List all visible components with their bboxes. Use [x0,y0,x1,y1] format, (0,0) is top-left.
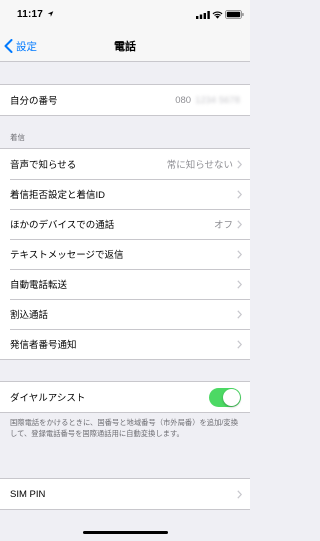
home-indicator[interactable] [83,531,168,534]
sim-group: SIM PIN [0,478,250,510]
dial-assist-toggle[interactable] [209,387,241,407]
row-value: オフ [213,220,233,231]
sim-pin-label: SIM PIN [10,488,46,500]
wifi-icon [212,11,223,19]
chevron-right-icon [237,339,242,349]
dial-assist-footnote: 国際電話をかけるときに、国番号と地域番号（市外局番）を追加/変換して、登録電話番… [10,418,239,438]
battery-icon [225,10,244,19]
call-waiting-row[interactable]: 割込通話 [0,299,250,329]
status-time: 11:17 [17,9,44,20]
page-title: 電話 [114,41,136,53]
announce-calls-row[interactable]: 音声で知らせる 常に知らせない [0,149,250,179]
chevron-right-icon [237,249,242,259]
row-label: 自動電話転送 [10,280,68,291]
row-value: 常に知らせない [166,160,233,171]
my-number-value: 080 1234 5678 [175,95,240,106]
chevron-right-icon [237,279,242,289]
my-number-prefix: 080 [175,94,192,106]
toggle-knob [223,388,240,406]
location-arrow-icon [47,11,54,17]
calls-on-other-devices-row[interactable]: ほかのデバイスでの通話 オフ [0,209,250,239]
dial-assist-label: ダイヤルアシスト [10,393,86,404]
navigation-bar: 設定 電話 [0,30,250,62]
row-label: 割込通話 [10,310,49,321]
sim-pin-row[interactable]: SIM PIN [0,479,250,509]
calls-section-header: 着信 [10,133,25,142]
chevron-right-icon [237,189,242,199]
dial-assist-group: ダイヤルアシスト [0,381,250,413]
dial-assist-row: ダイヤルアシスト [0,382,250,412]
row-label: テキストメッセージで返信 [10,250,124,261]
chevron-right-icon [237,489,242,499]
cellular-signal-icon [196,11,210,19]
call-blocking-row[interactable]: 着信拒否設定と着信ID [0,179,250,209]
calls-group: 音声で知らせる 常に知らせない 着信拒否設定と着信ID ほかのデバイスでの通話 … [0,148,250,360]
chevron-right-icon [237,159,242,169]
my-number-row[interactable]: 自分の番号 080 1234 5678 [0,85,250,115]
my-number-group: 自分の番号 080 1234 5678 [0,84,250,116]
status-bar: 11:17 [0,0,250,30]
row-label: 音声で知らせる [10,160,77,171]
show-caller-id-row[interactable]: 発信者番号通知 [0,329,250,359]
row-label: 発信者番号通知 [10,340,77,351]
my-number-label: 自分の番号 [10,96,58,107]
chevron-right-icon [237,219,242,229]
chevron-right-icon [237,309,242,319]
row-label: ほかのデバイスでの通話 [10,220,115,231]
my-number-redacted: 1234 5678 [195,94,240,106]
respond-with-text-row[interactable]: テキストメッセージで返信 [0,239,250,269]
call-forwarding-row[interactable]: 自動電話転送 [0,269,250,299]
row-label: 着信拒否設定と着信ID [10,190,106,201]
